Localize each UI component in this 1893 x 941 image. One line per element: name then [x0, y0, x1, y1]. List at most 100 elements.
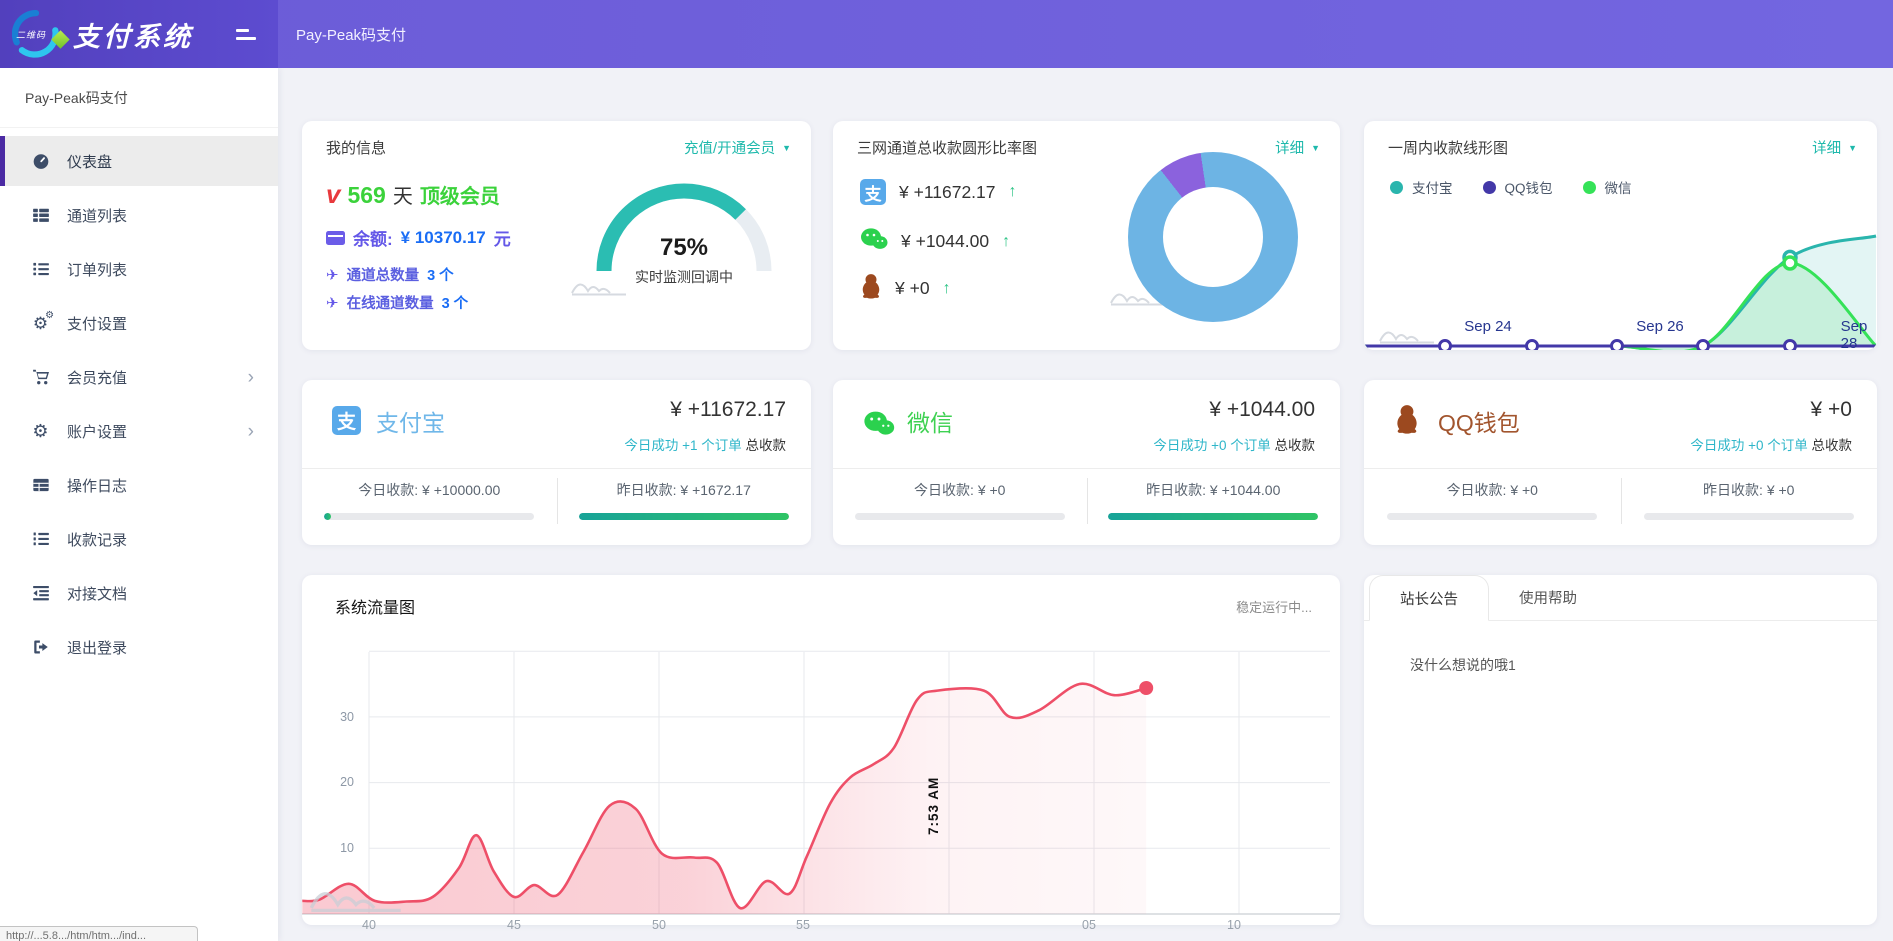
tab-announcement[interactable]: 站长公告 [1369, 575, 1489, 621]
vip-level: 顶级会员 [420, 180, 500, 209]
yesterday-receipts: 昨日收款: ¥ +1672.17 [557, 480, 812, 520]
ordered-list-icon [31, 530, 50, 549]
sidebar-item-payment-settings[interactable]: ⚙⚙ 支付设置 [0, 298, 278, 348]
weekly-line-chart-card: 一周内收款线形图 详细▼ 支付宝 QQ钱包 微信 Sep 24 Sep 26 S… [1364, 121, 1877, 350]
x-axis-label: 05 [1082, 918, 1096, 932]
alipay-total-row: 支 ¥ +11672.17 ↑ [860, 179, 1017, 205]
order-list-icon [31, 260, 50, 279]
status-bar-url: http://...5.8.../htm/htm.../ind... [0, 926, 198, 941]
sidebar-item-member-recharge[interactable]: 会员充值 › [0, 352, 278, 402]
donut-summary-card: 三网通道总收款圆形比率图 详细▼ 支 ¥ +11672.17 ↑ ¥ +1044… [833, 121, 1340, 350]
watermark-icon [1378, 319, 1436, 345]
caret-down-icon: ▼ [782, 143, 791, 153]
qq-icon [1394, 404, 1420, 439]
dashboard-icon [31, 152, 50, 171]
channel-subtitle: 今日成功 +1 个订单 总收款 [624, 434, 786, 454]
sidebar-nav: 仪表盘 通道列表 订单列表 ⚙⚙ 支付设置 [0, 128, 278, 672]
today-receipts: 今日收款: ¥ +0 [833, 480, 1087, 520]
balance-label: 余额: [353, 225, 393, 250]
detail-link[interactable]: 详细▼ [1275, 137, 1320, 158]
plane-icon: ✈ [326, 266, 339, 284]
qq-icon [860, 273, 882, 304]
yesterday-progress-bar [1644, 513, 1854, 520]
cogs-icon: ⚙⚙ [31, 314, 50, 333]
channel-online-row: ✈ 在线通道数量 3 个 [326, 292, 468, 313]
x-axis-time-label: 7:53 AM [926, 700, 941, 912]
channel-name: 支付宝 [376, 404, 445, 438]
sign-out-icon [31, 638, 50, 657]
qq-total-row: ¥ +0 ↑ [860, 273, 951, 304]
tab-help[interactable]: 使用帮助 [1489, 575, 1607, 620]
x-axis-label: 55 [796, 918, 810, 932]
sidebar-item-channel-list[interactable]: 通道列表 [0, 190, 278, 240]
sidebar-item-label: 账户设置 [67, 421, 127, 442]
sidebar-item-api-docs[interactable]: 对接文档 [0, 568, 278, 618]
wechat-icon [860, 227, 888, 256]
chevron-right-icon: › [248, 368, 254, 387]
wechat-icon [863, 410, 895, 442]
channel-online-value: 3 个 [442, 292, 469, 313]
sidebar-item-label: 通道列表 [67, 205, 127, 226]
weekly-line-chart [1364, 190, 1877, 350]
traffic-line-chart [302, 575, 1340, 925]
channel-total-value: 3 个 [427, 264, 454, 285]
table-icon [31, 476, 50, 495]
sidebar-item-label: 会员充值 [67, 367, 127, 388]
x-axis-label: 10 [1227, 918, 1241, 932]
wechat-amount: ¥ +1044.00 [901, 231, 989, 252]
notice-tabs: 站长公告 使用帮助 [1364, 575, 1877, 621]
yesterday-receipts: 昨日收款: ¥ +1044.00 [1087, 480, 1341, 520]
announcement-card: 站长公告 使用帮助 没什么想说的哦1 [1364, 575, 1877, 925]
card-title: 我的信息 [326, 137, 386, 158]
yesterday-progress-bar [1108, 513, 1318, 520]
announcement-text: 没什么想说的哦1 [1410, 655, 1516, 675]
sidebar-item-account-settings[interactable]: ⚙ 账户设置 › [0, 406, 278, 456]
card-title: 一周内收款线形图 [1388, 137, 1508, 158]
card-title: 三网通道总收款圆形比率图 [857, 137, 1037, 158]
divider [1364, 468, 1877, 469]
channel-list-icon [31, 206, 50, 225]
y-axis-label: 10 [328, 841, 354, 855]
sidebar-item-label: 收款记录 [67, 529, 127, 550]
sidebar-item-label: 仪表盘 [67, 151, 112, 172]
channel-online-label: 在线通道数量 [347, 292, 434, 313]
x-axis-label: 40 [362, 918, 376, 932]
alipay-channel-card: 支 支付宝 ¥ +11672.17 今日成功 +1 个订单 总收款 今日收款: … [302, 380, 811, 545]
channel-subtitle: 今日成功 +0 个订单 总收款 [1153, 434, 1315, 454]
sidebar-item-dashboard[interactable]: 仪表盘 [0, 136, 278, 186]
breadcrumb: Pay-Peak码支付 [296, 0, 406, 68]
qq-channel-card: QQ钱包 ¥ +0 今日成功 +0 个订单 总收款 今日收款: ¥ +0 昨日收… [1364, 380, 1877, 545]
vip-days-unit: 天 [393, 180, 413, 209]
sidebar-item-operation-log[interactable]: 操作日志 [0, 460, 278, 510]
today-progress-bar [324, 513, 534, 520]
x-axis-label: Sep 26 [1636, 318, 1684, 335]
divider [302, 468, 811, 469]
logo-badge-text: 二维码 [16, 28, 46, 41]
detail-link[interactable]: 详细▼ [1812, 137, 1857, 158]
sidebar-item-collection-records[interactable]: 收款记录 [0, 514, 278, 564]
today-progress-bar [1387, 513, 1597, 520]
traffic-chart-card: 系统流量图 稳定运行中... 10 20 30 40 45 50 55 7:53… [302, 575, 1340, 925]
alipay-amount: ¥ +11672.17 [899, 182, 996, 203]
channel-name: 微信 [907, 404, 953, 438]
x-axis-label: 50 [652, 918, 666, 932]
qrcode-logo-icon: 二维码 [12, 10, 60, 58]
channel-name: QQ钱包 [1438, 404, 1520, 438]
today-receipts: 今日收款: ¥ +0 [1364, 480, 1621, 520]
channel-total-label: 通道总数量 [347, 264, 420, 285]
caret-down-icon: ▼ [1311, 143, 1320, 153]
y-axis-label: 20 [328, 775, 354, 789]
top-header: 二维码 支付系统 Pay-Peak码支付 [0, 0, 1893, 68]
gear-icon: ⚙ [31, 422, 50, 441]
sidebar-item-label: 对接文档 [67, 583, 127, 604]
menu-toggle-icon[interactable] [236, 29, 256, 40]
recharge-member-link[interactable]: 充值/开通会员▼ [684, 137, 791, 158]
today-progress-bar [855, 513, 1065, 520]
watermark-icon [308, 871, 404, 915]
x-axis-label: 45 [507, 918, 521, 932]
wechat-channel-card: 微信 ¥ +1044.00 今日成功 +0 个订单 总收款 今日收款: ¥ +0… [833, 380, 1340, 545]
sidebar-item-logout[interactable]: 退出登录 [0, 622, 278, 672]
sidebar-item-order-list[interactable]: 订单列表 [0, 244, 278, 294]
chevron-right-icon: › [248, 422, 254, 441]
channel-ratio-donut-chart [1128, 152, 1298, 322]
